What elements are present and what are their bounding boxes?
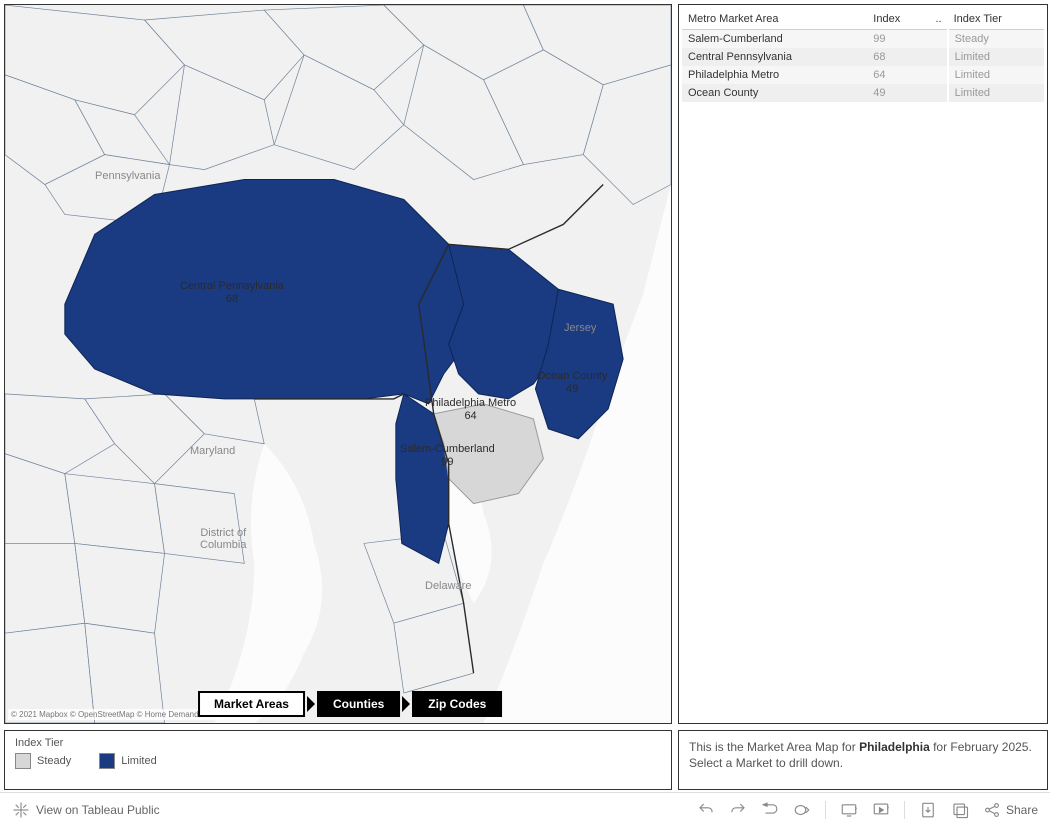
map-svg[interactable] xyxy=(5,5,671,723)
chevron-right-icon xyxy=(307,696,315,712)
legend-label-steady: Steady xyxy=(37,755,71,767)
share-button[interactable]: Share xyxy=(983,801,1038,819)
cell-index: 99 xyxy=(867,30,929,49)
cell-extra xyxy=(929,84,947,102)
chevron-right-icon xyxy=(402,696,410,712)
col-extra[interactable]: .. xyxy=(929,9,947,30)
legend-title: Index Tier xyxy=(15,737,661,749)
cell-index: 64 xyxy=(867,66,929,84)
drill-zip-codes[interactable]: Zip Codes xyxy=(412,691,502,717)
table-row[interactable]: Ocean County49 Limited xyxy=(682,84,1044,102)
caption-text: This is the Market Area Map for Philadel… xyxy=(689,740,1032,770)
cell-tier: Limited xyxy=(948,66,1044,84)
footer-separator xyxy=(904,801,905,819)
cell-index: 68 xyxy=(867,48,929,66)
map-attribution: © 2021 Mapbox © OpenStreetMap © Home Dem… xyxy=(8,709,223,720)
footer-separator xyxy=(825,801,826,819)
legend-panel: Index Tier Steady Limited xyxy=(4,730,672,790)
col-index[interactable]: Index xyxy=(867,9,929,30)
cell-index: 49 xyxy=(867,84,929,102)
share-label: Share xyxy=(1006,803,1038,817)
cell-extra xyxy=(929,48,947,66)
legend-item-steady: Steady xyxy=(15,753,71,769)
drill-counties[interactable]: Counties xyxy=(317,691,400,717)
caption-panel: This is the Market Area Map for Philadel… xyxy=(678,730,1048,790)
footer-bar: View on Tableau Public Share xyxy=(0,792,1050,827)
map-panel[interactable]: Central Pennsylvania68 Philadelphia Metr… xyxy=(4,4,672,724)
cell-extra xyxy=(929,30,947,49)
fullscreen-icon[interactable] xyxy=(951,801,969,819)
cell-tier: Limited xyxy=(948,48,1044,66)
legend-label-limited: Limited xyxy=(121,755,156,767)
download-icon[interactable] xyxy=(919,801,937,819)
undo-icon[interactable] xyxy=(697,801,715,819)
cell-extra xyxy=(929,66,947,84)
replay-icon[interactable] xyxy=(793,801,811,819)
redo-icon[interactable] xyxy=(729,801,747,819)
cell-area: Philadelphia Metro xyxy=(682,66,867,84)
revert-icon[interactable] xyxy=(761,801,779,819)
table-row[interactable]: Central Pennsylvania68 Limited xyxy=(682,48,1044,66)
table-panel: Metro Market Area Index .. Index Tier Sa… xyxy=(678,4,1048,724)
cell-tier: Steady xyxy=(948,30,1044,49)
cell-tier: Limited xyxy=(948,84,1044,102)
tableau-icon xyxy=(12,801,30,819)
table-row[interactable]: Philadelphia Metro64 Limited xyxy=(682,66,1044,84)
swatch-limited-icon xyxy=(99,753,115,769)
col-tier[interactable]: Index Tier xyxy=(948,9,1044,30)
device-icon[interactable] xyxy=(840,801,858,819)
col-area[interactable]: Metro Market Area xyxy=(682,9,867,30)
presentation-icon[interactable] xyxy=(872,801,890,819)
cell-area: Salem-Cumberland xyxy=(682,30,867,49)
view-on-tableau-link[interactable]: View on Tableau Public xyxy=(12,801,160,819)
swatch-steady-icon xyxy=(15,753,31,769)
table-row[interactable]: Salem-Cumberland99 Steady xyxy=(682,30,1044,49)
market-table[interactable]: Metro Market Area Index .. Index Tier Sa… xyxy=(682,9,1044,102)
cell-area: Central Pennsylvania xyxy=(682,48,867,66)
drill-breadcrumb: Market Areas Counties Zip Codes xyxy=(198,691,502,717)
view-link-label: View on Tableau Public xyxy=(36,803,160,817)
legend-item-limited: Limited xyxy=(99,753,156,769)
cell-area: Ocean County xyxy=(682,84,867,102)
share-icon xyxy=(983,801,1001,819)
drill-market-areas[interactable]: Market Areas xyxy=(198,691,305,717)
